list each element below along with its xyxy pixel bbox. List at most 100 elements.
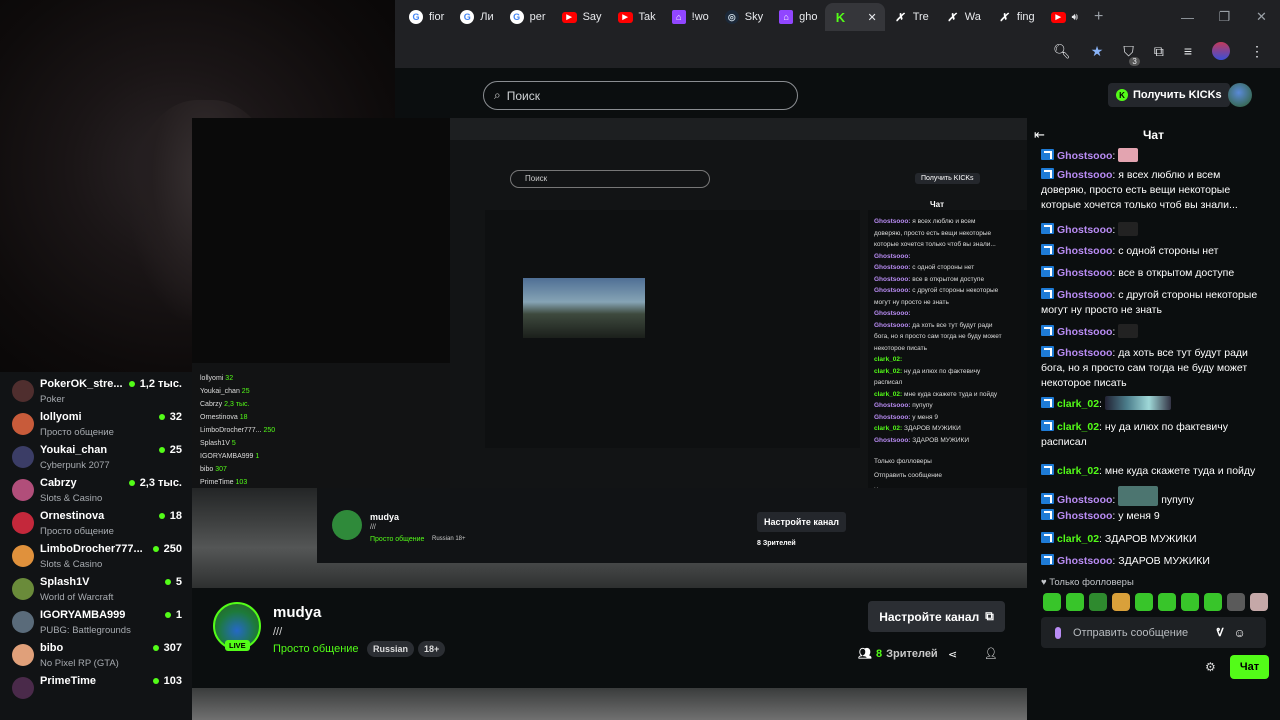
- chat-username[interactable]: Ghostsooo: [1057, 510, 1112, 522]
- chat-username[interactable]: clark_02: [1057, 398, 1099, 410]
- chat-emote: [1118, 324, 1139, 338]
- nested-chat-text: все в открытом доступе: [912, 275, 985, 283]
- sidebar-channel[interactable]: PrimeTime 103: [12, 672, 182, 705]
- chat-emote: [1118, 148, 1139, 162]
- quick-emote[interactable]: [1181, 593, 1199, 611]
- channel-category: World of Warcraft: [40, 592, 114, 603]
- chat-settings-icon[interactable]: ⚙: [1205, 660, 1216, 674]
- quick-emote[interactable]: [1112, 593, 1130, 611]
- nested-sidebar-name: Splash1V: [200, 440, 230, 447]
- chat-username[interactable]: Ghostsooo: [1057, 326, 1112, 338]
- chat-username[interactable]: clark_02: [1057, 533, 1099, 545]
- chat-username[interactable]: Ghostsooo: [1057, 169, 1112, 181]
- minimize-icon[interactable]: —: [1169, 0, 1206, 34]
- chat-username[interactable]: clark_02: [1057, 421, 1099, 433]
- mic-icon[interactable]: [1055, 626, 1061, 639]
- bookmark-star-icon[interactable]: ★: [1091, 43, 1104, 60]
- sidebar-channel[interactable]: Splash1V World of Warcraft 5: [12, 573, 182, 606]
- new-tab-icon[interactable]: +: [1094, 8, 1103, 26]
- extension-badge-icon[interactable]: ⛉ 3: [1123, 43, 1140, 66]
- browser-tab[interactable]: ✗ Wa: [937, 3, 989, 31]
- browser-tab[interactable]: ⌂ gho: [771, 3, 825, 31]
- zoom-icon[interactable]: 🔍︎: [1053, 43, 1071, 60]
- chat-username[interactable]: Ghostsooo: [1057, 289, 1112, 301]
- maximize-icon[interactable]: ❐: [1206, 0, 1243, 34]
- quick-emote[interactable]: [1043, 593, 1061, 611]
- browser-tab[interactable]: ✗ fing: [989, 3, 1043, 31]
- sidebar-channel[interactable]: Youkai_chan Cyberpunk 2077 25: [12, 441, 182, 474]
- chat-panel: ⇤ Чат Ghostsooo: Ghostsooo: я всех люблю…: [1027, 120, 1280, 720]
- profile-avatar[interactable]: [1212, 42, 1230, 60]
- chat-input[interactable]: [1073, 626, 1208, 639]
- nested-channel-cat: Просто общение: [370, 536, 425, 543]
- edit-channel-button[interactable]: Настройте канал ⧉: [868, 601, 1005, 632]
- chat-username[interactable]: clark_02: [1057, 465, 1099, 477]
- viewer-count-label: Зрителей: [886, 647, 938, 660]
- badge-icon: [1041, 244, 1054, 255]
- nested-sidebar-viewers: 25: [241, 388, 250, 395]
- browser-tab[interactable]: ▶ 🔊︎: [1043, 3, 1086, 31]
- tag-age[interactable]: 18+: [418, 641, 446, 657]
- nested-chat-text: пупупу: [912, 402, 933, 409]
- channel-name[interactable]: mudya: [273, 604, 321, 621]
- sidebar-channel[interactable]: lollyomi Просто общение 32: [12, 408, 182, 441]
- quick-emote[interactable]: [1204, 593, 1222, 611]
- chrome-menu-icon[interactable]: ⋮: [1250, 43, 1264, 60]
- quick-emote[interactable]: [1227, 593, 1245, 611]
- sidebar-channel[interactable]: IGORYAMBA999 PUBG: Battlegrounds 1: [12, 606, 182, 639]
- browser-tab[interactable]: ▶ Tak: [610, 3, 664, 31]
- user-avatar[interactable]: [1228, 83, 1252, 107]
- sidebar-channel[interactable]: PokerOK_stre... Poker 1,2 тыс.: [12, 375, 182, 408]
- kick-header: ⌕ K Получить KICKs: [395, 68, 1280, 120]
- browser-tab[interactable]: ⌂ !wo: [664, 3, 717, 31]
- tag-language[interactable]: Russian: [367, 641, 415, 657]
- chat-username[interactable]: Ghostsooo: [1057, 555, 1112, 567]
- media-controls-icon[interactable]: ≡: [1184, 43, 1192, 59]
- sidebar-channel[interactable]: LimboDrocher777... Slots & Casino 250: [12, 540, 182, 573]
- chat-input-box[interactable]: ᕓ ☺: [1041, 617, 1266, 648]
- nested-chat-text: я всех люблю и всем: [912, 218, 976, 225]
- nested-chat-user: Ghostsooo:: [874, 310, 911, 317]
- browser-tab[interactable]: ◎ Sky: [717, 3, 771, 31]
- chat-username[interactable]: Ghostsooo: [1057, 267, 1112, 279]
- close-window-icon[interactable]: ✕: [1243, 0, 1280, 34]
- search-input[interactable]: [506, 88, 757, 103]
- sidebar-channel[interactable]: Cabrzy Slots & Casino 2,3 тыс.: [12, 474, 182, 507]
- kick-emote-icon[interactable]: ᕓ: [1216, 626, 1224, 639]
- search-box[interactable]: ⌕: [483, 81, 798, 110]
- quick-emote[interactable]: [1135, 593, 1153, 611]
- extensions-puzzle-icon[interactable]: ⧉: [1154, 43, 1164, 60]
- quick-emote[interactable]: [1158, 593, 1176, 611]
- browser-tab[interactable]: Gper: [502, 3, 554, 31]
- stream-video[interactable]: Поиск Получить KICKs Чат Ghostsooo: я вс…: [192, 118, 1027, 588]
- browser-tab[interactable]: G Ли: [452, 3, 501, 31]
- browser-tab[interactable]: ▶ Say: [554, 3, 610, 31]
- nested-chat-row: clark_02:: [874, 356, 902, 363]
- stream-category[interactable]: Просто общение: [273, 643, 359, 655]
- quick-emote[interactable]: [1089, 593, 1107, 611]
- chat-text: мне куда скажете туда и пойду: [1104, 465, 1256, 477]
- chat-username[interactable]: Ghostsooo: [1057, 347, 1112, 359]
- sidebar-channel[interactable]: bibo No Pixel RP (GTA) 307: [12, 639, 182, 672]
- browser-tab[interactable]: Gfior: [401, 3, 452, 31]
- quick-emote[interactable]: [1066, 593, 1084, 611]
- chat-title: Чат: [1143, 128, 1164, 142]
- browser-tab[interactable]: ✗ Tre: [885, 3, 937, 31]
- chat-username[interactable]: Ghostsooo: [1057, 150, 1112, 162]
- chat-username[interactable]: Ghostsooo: [1057, 224, 1112, 236]
- channel-viewers: 5: [164, 576, 182, 588]
- emoji-icon[interactable]: ☺: [1234, 626, 1246, 640]
- share-icon[interactable]: ⋖: [948, 648, 957, 661]
- send-chat-button[interactable]: Чат: [1230, 655, 1269, 679]
- chat-username[interactable]: Ghostsooo: [1057, 494, 1112, 506]
- chat-username[interactable]: Ghostsooo: [1057, 245, 1112, 257]
- channel-avatar: [12, 545, 34, 567]
- follow-user-icon[interactable]: 👤︎: [984, 647, 998, 660]
- close-tab-icon[interactable]: ✕: [867, 11, 876, 24]
- get-kicks-button[interactable]: K Получить KICKs: [1108, 83, 1230, 107]
- quick-emote[interactable]: [1250, 593, 1268, 611]
- browser-tab[interactable]: K ✕: [825, 3, 885, 31]
- nested-chat-user: Ghostsooo:: [874, 436, 911, 444]
- sidebar-channel[interactable]: Ornestinova Просто общение 18: [12, 507, 182, 540]
- nested-sidebar-row: Youkai_chan 25: [200, 388, 250, 395]
